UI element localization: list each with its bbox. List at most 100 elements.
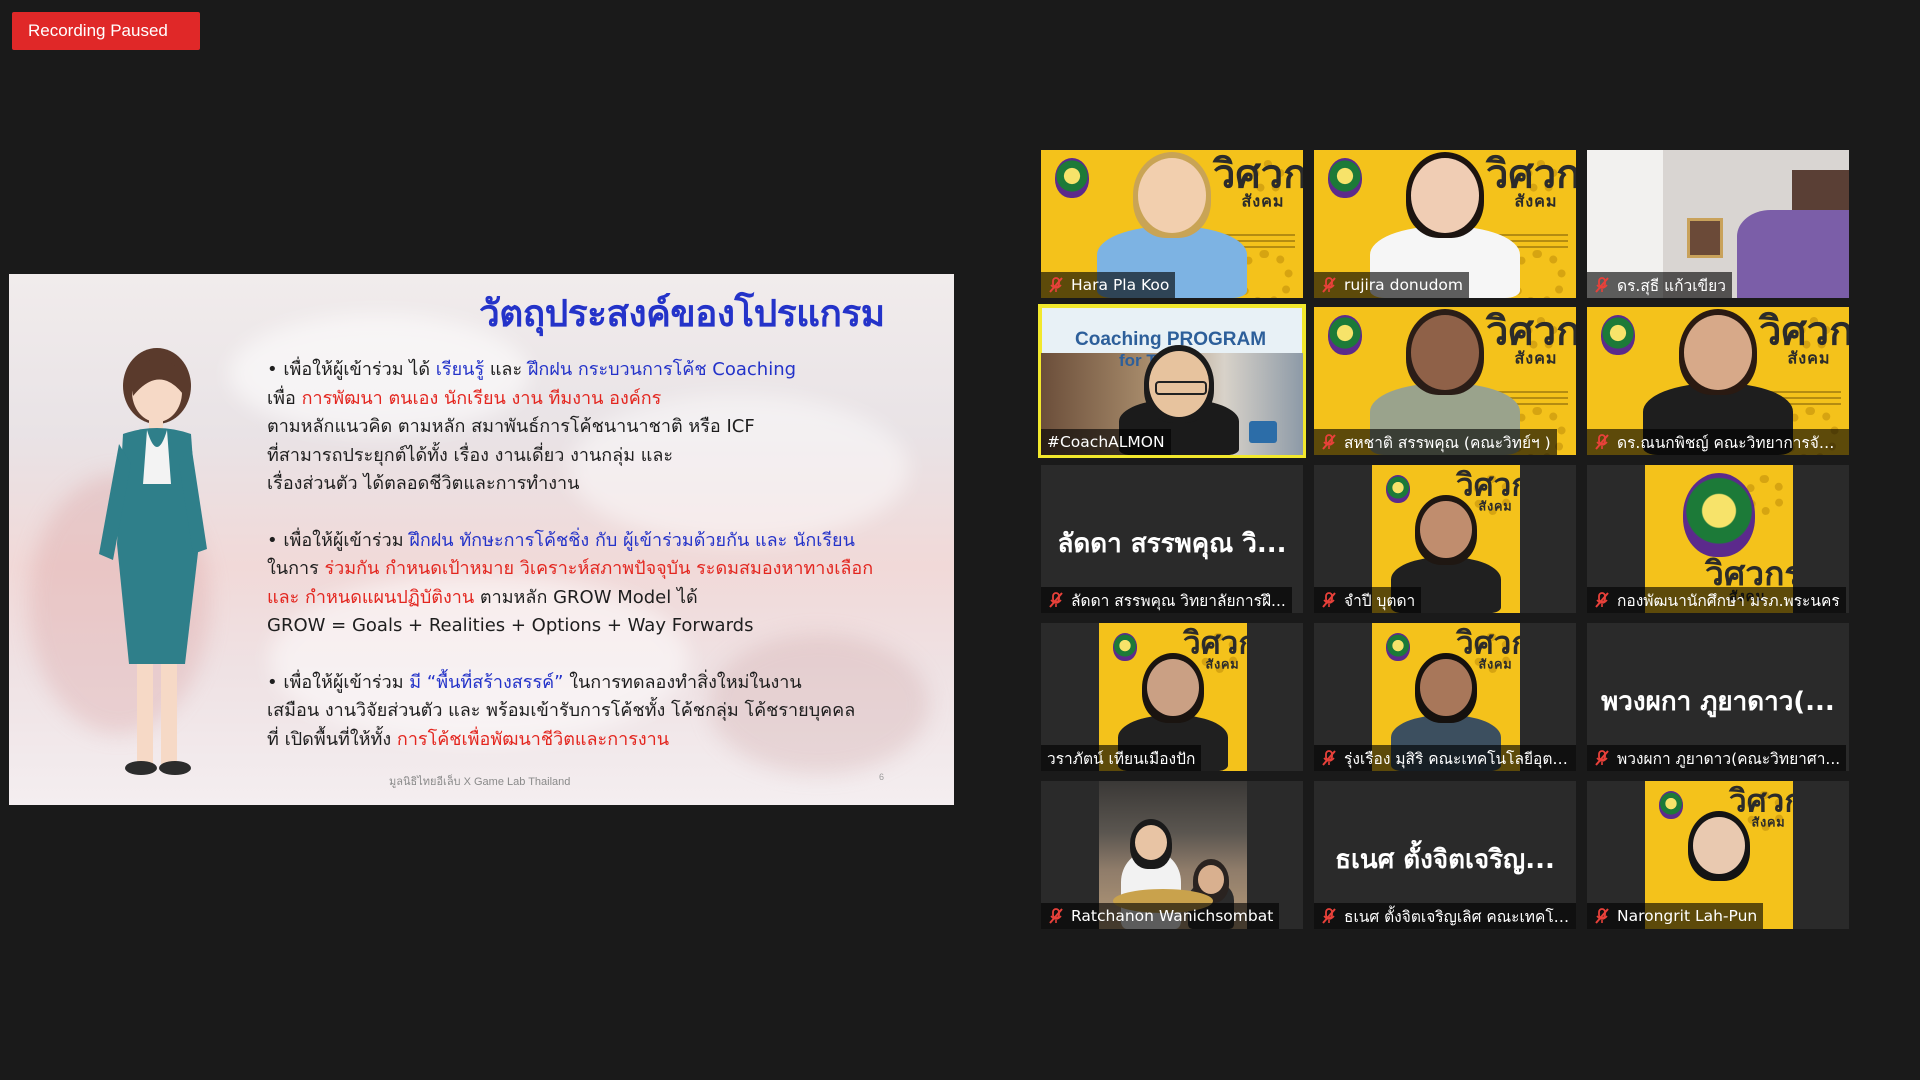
logo-word: วิศวกร <box>1486 150 1576 197</box>
participant-name: Hara Pla Koo <box>1071 276 1170 294</box>
participant-name: ดร.ณนกพิชญ์ คณะวิทยาการจัด... <box>1617 433 1843 452</box>
participant-face <box>1684 315 1752 390</box>
participant-video-tile[interactable]: วิศวกรสังคมสหชาติ สรรพคุณ (คณะวิทย์ฯ ) <box>1314 307 1576 455</box>
participant-name-bar: rujira donudom <box>1314 272 1469 298</box>
university-seal-icon <box>1386 475 1410 503</box>
text: • เพื่อให้ผู้เข้าร่วม ได้ <box>267 359 436 380</box>
logo-word: วิศวกร <box>1729 782 1793 819</box>
microphone-muted-icon <box>1322 750 1336 766</box>
event-logo-text: วิศวกรสังคม <box>1486 311 1576 367</box>
objective-1: • เพื่อให้ผู้เข้าร่วม ได้ เรียนรู้ และ ฝ… <box>267 356 937 499</box>
participant-name-bar: รุ่งเรือง มุสิริ คณะเทคโนโลยีอุตส... <box>1314 745 1576 771</box>
participant-video-tile[interactable]: วิศวกรสังคมรุ่งเรือง มุสิริ คณะเทคโนโลยี… <box>1314 623 1576 771</box>
participant-video-tile[interactable]: Ratchanon Wanichsombat <box>1041 781 1303 929</box>
participant-video-tile[interactable]: วิศวกรสังคม Hara Pla Koo <box>1041 150 1303 298</box>
participant-name-placeholder: พวงผกา ภูยาดาว(... <box>1601 687 1835 717</box>
microphone-muted-icon <box>1595 592 1609 608</box>
text: เพื่อ <box>267 387 302 409</box>
participant-name: rujira donudom <box>1344 276 1463 294</box>
participant-face <box>1198 865 1224 894</box>
microphone-muted-icon <box>1322 434 1336 450</box>
recording-status-label: Recording Paused <box>28 21 168 40</box>
microphone-muted-icon <box>1595 434 1609 450</box>
logo-word: วิศวกร <box>1213 150 1303 197</box>
highlight-text: ฝึกฝน ทักษะการโค้ชชิ่ง กับ ผู้เข้าร่วมด้… <box>409 529 855 551</box>
text: ตามหลักแนวคิด ตามหลัก สมาพันธ์การโค้ชนาน… <box>267 416 755 437</box>
objective-2: • เพื่อให้ผู้เข้าร่วม ฝึกฝน ทักษะการโค้ช… <box>267 527 937 641</box>
participant-video-tile[interactable]: ลัดดา สรรพคุณ วิ... ลัดดา สรรพคุณ วิทยาลั… <box>1041 465 1303 613</box>
text: ตามหลัก GROW Model ได้ <box>474 586 698 608</box>
participant-face <box>1147 659 1199 717</box>
highlight-text: และ กำหนดแผนปฏิบัติงาน <box>267 586 475 608</box>
participant-face <box>1138 158 1206 233</box>
university-seal-icon <box>1328 315 1362 355</box>
text: ในการทดลองทำสิ่งใหม่ในงาน <box>563 671 802 693</box>
participant-name-bar: วราภัตน์ เทียนเมืองปัก <box>1041 745 1202 771</box>
text: GROW = Goals + Realities + Options + Way… <box>267 615 754 636</box>
participant-video-tile[interactable]: วิศวกรสังคมดร.ณนกพิชญ์ คณะวิทยาการจัด... <box>1587 307 1849 455</box>
participant-name: Narongrit Lah-Pun <box>1617 907 1758 925</box>
participant-name-bar: Narongrit Lah-Pun <box>1587 903 1764 929</box>
text: ในการ <box>267 558 325 579</box>
participant-name-bar: Hara Pla Koo <box>1041 272 1176 298</box>
logo-word: วิศวกร <box>1456 466 1520 503</box>
participant-video-tile[interactable]: วิศวกรสังคมกองพัฒนานักศึกษา มรภ.พระนคร <box>1587 465 1849 613</box>
slide-footer: มูลนิธิไทยอีเล็บ X Game Lab Thailand <box>389 776 571 788</box>
participant-video-tile[interactable]: วิศวกรสังคม rujira donudom <box>1314 150 1576 298</box>
participant-video-tile[interactable]: ดร.สุธี แก้วเขียว <box>1587 150 1849 298</box>
participant-video-tile[interactable]: ธเนศ ตั้งจิตเจริญ... ธเนศ ตั้งจิตเจริญเลิ… <box>1314 781 1576 929</box>
microphone-muted-icon <box>1322 277 1336 293</box>
purple-shirt <box>1737 210 1849 298</box>
participant-name-bar: ดร.ณนกพิชญ์ คณะวิทยาการจัด... <box>1587 429 1849 455</box>
microphone-muted-icon <box>1595 908 1609 924</box>
participant-video-tile[interactable]: พวงผกา ภูยาดาว(... พวงผกา ภูยาดาว(คณะวิทย… <box>1587 623 1849 771</box>
text: เรื่องส่วนตัว ได้ตลอดชีวิตและการทำงาน <box>267 473 580 494</box>
slide-page-number: 6 <box>879 772 885 782</box>
participant-name: ธเนศ ตั้งจิตเจริญเลิศ คณะเทคโน... <box>1344 907 1570 926</box>
event-logo-text: วิศวกรสังคม <box>1486 154 1576 210</box>
logo-word: วิศวกร <box>1456 624 1520 661</box>
university-seal-icon <box>1601 315 1635 355</box>
text: เสมือน งานวิจัยส่วนตัว และ พร้อมเข้ารับก… <box>267 700 856 721</box>
participant-video-tile[interactable]: Coaching PROGRAMfor Trainer#CoachALMON <box>1038 304 1306 458</box>
participant-face <box>1420 501 1472 559</box>
highlight-text: มี “พื้นที่สร้างสรรค์” <box>409 671 564 693</box>
participant-name-bar: จำปี บุตดา <box>1314 587 1422 613</box>
participant-video-tile[interactable]: วิศวกรสังคมNarongrit Lah-Pun <box>1587 781 1849 929</box>
text: • เพื่อให้ผู้เข้าร่วม <box>267 529 410 551</box>
university-seal-icon <box>1659 791 1683 819</box>
microphone-muted-icon <box>1049 277 1063 293</box>
recording-status-badge[interactable]: Recording Paused <box>12 12 200 50</box>
text: ที่สามารถประยุกต์ได้ทั้ง เรื่อง งานเดี่ย… <box>267 444 674 466</box>
photo-frame <box>1687 218 1723 258</box>
highlight-text: การโค้ชเพื่อพัฒนาชีวิตและการงาน <box>396 728 670 750</box>
microphone-muted-icon <box>1595 277 1609 293</box>
logo-word: วิศวกร <box>1486 307 1576 354</box>
logo-word: วิศวกร <box>1183 624 1247 661</box>
participant-name: วราภัตน์ เทียนเมืองปัก <box>1047 749 1196 768</box>
participant-name: ลัดดา สรรพคุณ วิทยาลัยการฝึ... <box>1071 591 1286 610</box>
participant-name: Ratchanon Wanichsombat <box>1071 907 1274 925</box>
participant-name: จำปี บุตดา <box>1344 591 1416 610</box>
university-seal-icon <box>1055 158 1089 198</box>
cartoon-woman-illustration <box>99 348 207 775</box>
text: ที่ เปิดพื้นที่ให้ทั้ง <box>267 728 397 750</box>
event-logo-text: วิศวกรสังคม <box>1213 154 1303 210</box>
highlight-text: ร่วมกัน <box>324 558 380 579</box>
university-seal-icon <box>1113 633 1137 661</box>
participant-name-bar: Ratchanon Wanichsombat <box>1041 903 1280 929</box>
logo-word: วิศวกร <box>1705 553 1793 593</box>
highlight-text: ฝึกฝน กระบวนการโค้ช Coaching <box>527 359 797 380</box>
participant-name-bar: พวงผกา ภูยาดาว(คณะวิทยาศา... <box>1587 745 1847 771</box>
participant-name-placeholder: ลัดดา สรรพคุณ วิ... <box>1057 529 1287 559</box>
shared-screen-slide: วัตถุประสงค์ของโปรแกรม • เพื่อให้ผู้เข้า… <box>9 274 954 805</box>
event-logo-text: วิศวกรสังคม <box>1759 311 1849 367</box>
slide-objectives-text: • เพื่อให้ผู้เข้าร่วม ได้ เรียนรู้ และ ฝ… <box>267 356 937 782</box>
participant-face <box>1420 659 1472 717</box>
participant-video-tile[interactable]: วิศวกรสังคมวราภัตน์ เทียนเมืองปัก <box>1041 623 1303 771</box>
participant-video-tile[interactable]: วิศวกรสังคมจำปี บุตดา <box>1314 465 1576 613</box>
participant-name-placeholder: ธเนศ ตั้งจิตเจริญ... <box>1335 845 1555 875</box>
participant-face <box>1135 825 1167 861</box>
participant-name-bar: ธเนศ ตั้งจิตเจริญเลิศ คณะเทคโน... <box>1314 903 1576 929</box>
participant-name: ดร.สุธี แก้วเขียว <box>1617 276 1726 295</box>
